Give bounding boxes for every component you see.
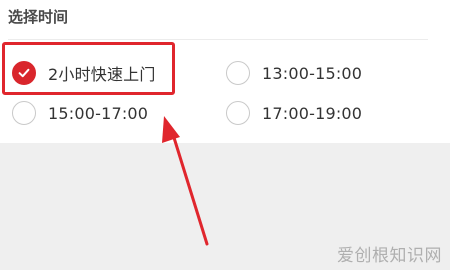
divider bbox=[8, 39, 428, 40]
time-slot-option-17-19[interactable]: 17:00-19:00 bbox=[226, 97, 362, 129]
time-slot-option-15-17[interactable]: 15:00-17:00 bbox=[12, 97, 148, 129]
radio-unchecked-icon[interactable] bbox=[12, 101, 36, 125]
annotation-highlight-box bbox=[2, 42, 175, 95]
watermark: 爱创根知识网 bbox=[337, 246, 442, 266]
section-title: 选择时间 bbox=[8, 8, 69, 26]
time-slot-option-13-15[interactable]: 13:00-15:00 bbox=[226, 57, 362, 89]
radio-unchecked-icon[interactable] bbox=[226, 61, 250, 85]
time-slot-label: 17:00-19:00 bbox=[262, 103, 363, 123]
time-slot-label: 13:00-15:00 bbox=[262, 63, 363, 83]
time-slot-label: 15:00-17:00 bbox=[48, 103, 149, 123]
radio-unchecked-icon[interactable] bbox=[226, 101, 250, 125]
